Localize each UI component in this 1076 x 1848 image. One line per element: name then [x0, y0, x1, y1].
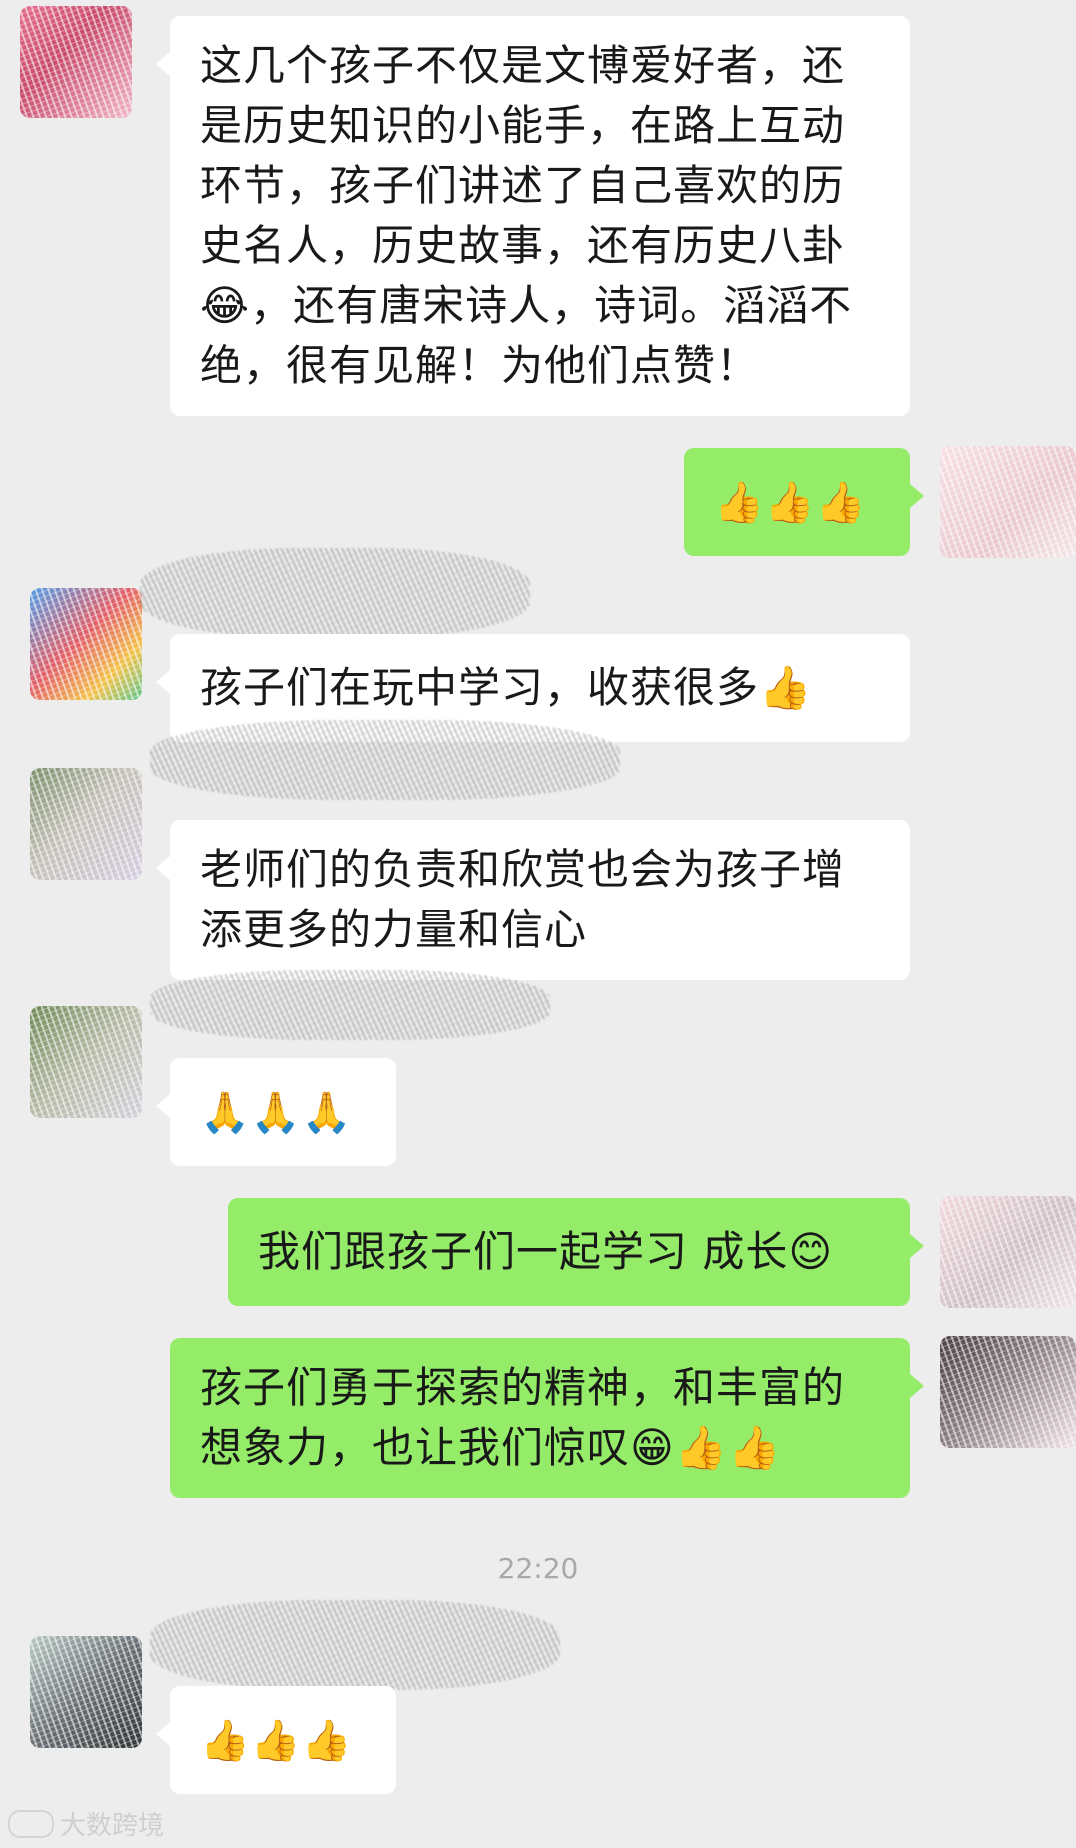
- message-text: 我们跟孩子们一起学习 成长😊: [258, 1227, 834, 1276]
- message-text: 这几个孩子不仅是文博爱好者，还是历史知识的小能手，在路上互动环节，孩子们讲述了自…: [200, 41, 853, 390]
- watermark-text: 大数跨境: [60, 1811, 165, 1841]
- avatar[interactable]: [30, 768, 142, 880]
- message-text: 👍👍👍: [714, 480, 867, 526]
- avatar[interactable]: [20, 6, 132, 118]
- message-text: 孩子们在玩中学习，收获很多👍: [200, 663, 813, 712]
- avatar[interactable]: [30, 1636, 142, 1748]
- redacted-sender-name: [150, 970, 550, 1040]
- message-text: 孩子们勇于探索的精神，和丰富的想象力，也让我们惊叹😁👍👍: [200, 1363, 846, 1472]
- avatar[interactable]: [30, 588, 142, 700]
- message-bubble[interactable]: 老师们的负责和欣赏也会为孩子增添更多的力量和信心: [156, 820, 910, 980]
- redacted-sender-name: [150, 1600, 560, 1690]
- avatar[interactable]: [30, 1006, 142, 1118]
- avatar[interactable]: [940, 446, 1076, 558]
- message-text: 🙏🙏🙏: [200, 1090, 353, 1136]
- message-bubble[interactable]: 👍👍👍: [684, 448, 924, 556]
- message-bubble[interactable]: 我们跟孩子们一起学习 成长😊: [228, 1198, 924, 1306]
- redacted-sender-name: [150, 720, 620, 800]
- watermark-logo-icon: [8, 1809, 54, 1838]
- message-bubble[interactable]: 孩子们勇于探索的精神，和丰富的想象力，也让我们惊叹😁👍👍: [170, 1338, 924, 1498]
- message-text: 老师们的负责和欣赏也会为孩子增添更多的力量和信心: [200, 845, 846, 954]
- avatar[interactable]: [940, 1196, 1076, 1308]
- avatar[interactable]: [940, 1336, 1076, 1448]
- message-bubble[interactable]: 👍👍👍: [156, 1686, 396, 1794]
- message-bubble[interactable]: 🙏🙏🙏: [156, 1058, 396, 1166]
- timestamp: 22:20: [497, 1552, 579, 1585]
- redacted-sender-name: [140, 548, 530, 638]
- watermark: 大数跨境: [8, 1805, 164, 1842]
- message-bubble[interactable]: 这几个孩子不仅是文博爱好者，还是历史知识的小能手，在路上互动环节，孩子们讲述了自…: [156, 16, 910, 416]
- message-text: 👍👍👍: [200, 1718, 353, 1764]
